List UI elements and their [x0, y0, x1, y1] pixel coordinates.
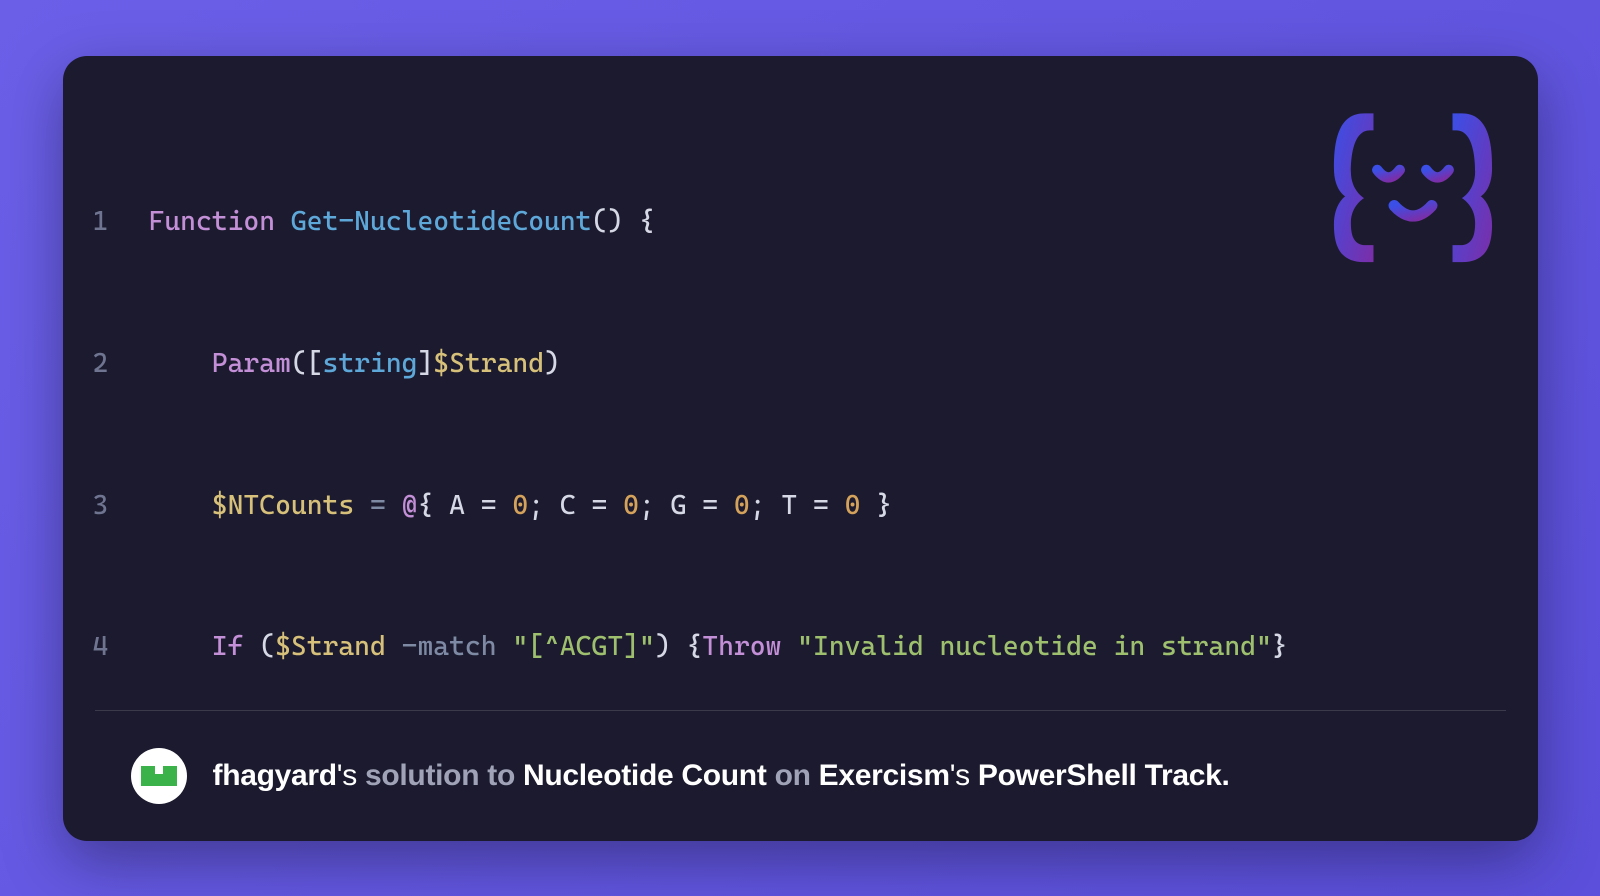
code-card: 1Function Get-NucleotideCount() { 2 Para…	[63, 56, 1538, 841]
footer: fhagyard's solution to Nucleotide Count …	[63, 711, 1538, 841]
caption: fhagyard's solution to Nucleotide Count …	[213, 759, 1230, 793]
code-line: 4 If ($Strand -match "[^ACGT]") {Throw "…	[93, 623, 1508, 670]
exercism-logo-icon	[1318, 104, 1508, 264]
code-line: 3 $NTCounts = @{ A = 0; C = 0; G = 0; T …	[93, 482, 1508, 529]
avatar	[131, 748, 187, 804]
line-number: 2	[93, 340, 149, 387]
code-block: 1Function Get-NucleotideCount() { 2 Para…	[63, 56, 1538, 710]
line-number: 1	[93, 198, 149, 245]
code-line: 1Function Get-NucleotideCount() {	[93, 198, 1508, 245]
line-number: 4	[93, 623, 149, 670]
code-line: 2 Param([string]$Strand)	[93, 340, 1508, 387]
line-number: 3	[93, 482, 149, 529]
